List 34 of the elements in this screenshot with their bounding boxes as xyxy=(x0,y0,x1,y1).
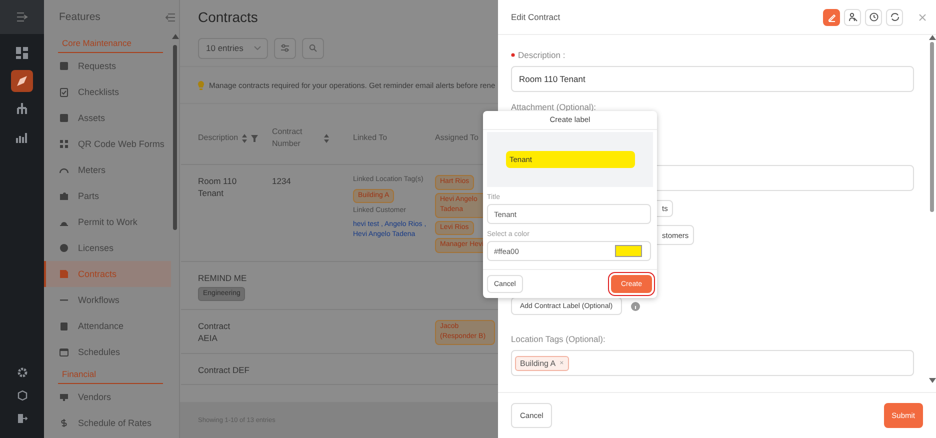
table-cell: Contract DEF xyxy=(198,364,250,376)
description-field[interactable]: Room 110 Tenant xyxy=(511,66,914,92)
sidebar-title: Features xyxy=(59,11,100,23)
page-title: Contracts xyxy=(198,9,258,25)
sidebar-item[interactable]: Workflows xyxy=(44,287,171,313)
table-cell-text: Room 110 Tenant xyxy=(198,175,238,200)
sidebar-item[interactable]: Contracts xyxy=(44,261,171,287)
entries-select[interactable]: 10 entries xyxy=(198,38,268,58)
section-heading: Core Maintenance xyxy=(58,38,163,53)
sidebar-item[interactable]: QR Code Web Forms xyxy=(44,131,171,157)
sidebar-item[interactable]: Schedules xyxy=(44,339,171,365)
drawer-title: Edit Contract xyxy=(511,12,562,22)
field-label: Description : xyxy=(518,50,566,60)
sidebar-item[interactable]: Requests xyxy=(44,53,171,79)
field-label: Location Tags (Optional): xyxy=(511,334,606,344)
sidebar-item[interactable]: Meters xyxy=(44,157,171,183)
field-label: Attachment (Optional): xyxy=(511,102,596,112)
sidebar-item[interactable]: Vendors xyxy=(44,384,171,410)
sidebar-item[interactable]: Permit to Work xyxy=(44,209,171,235)
table-cell: REMIND ME xyxy=(198,272,247,284)
sidebar-item[interactable]: Attendance xyxy=(44,313,171,339)
sidebar-item[interactable]: Assets xyxy=(44,105,171,131)
sidebar-item[interactable]: Schedule of Rates xyxy=(44,410,171,436)
column-header: Assigned To xyxy=(435,132,478,144)
column-header: Linked To xyxy=(353,132,388,144)
column-header: Description xyxy=(198,132,238,144)
sidebar-item[interactable]: Licenses xyxy=(44,235,171,261)
chip-text: Building A xyxy=(520,358,556,368)
column-header: Contract Number xyxy=(272,126,304,150)
section-heading: Financial xyxy=(58,369,163,384)
sidebar-item[interactable]: Checklists xyxy=(44,79,171,105)
table-cell-text: Contract AEIA xyxy=(198,320,232,345)
sidebar-item[interactable]: Parts xyxy=(44,183,171,209)
table-cell: 1234 xyxy=(272,175,291,188)
